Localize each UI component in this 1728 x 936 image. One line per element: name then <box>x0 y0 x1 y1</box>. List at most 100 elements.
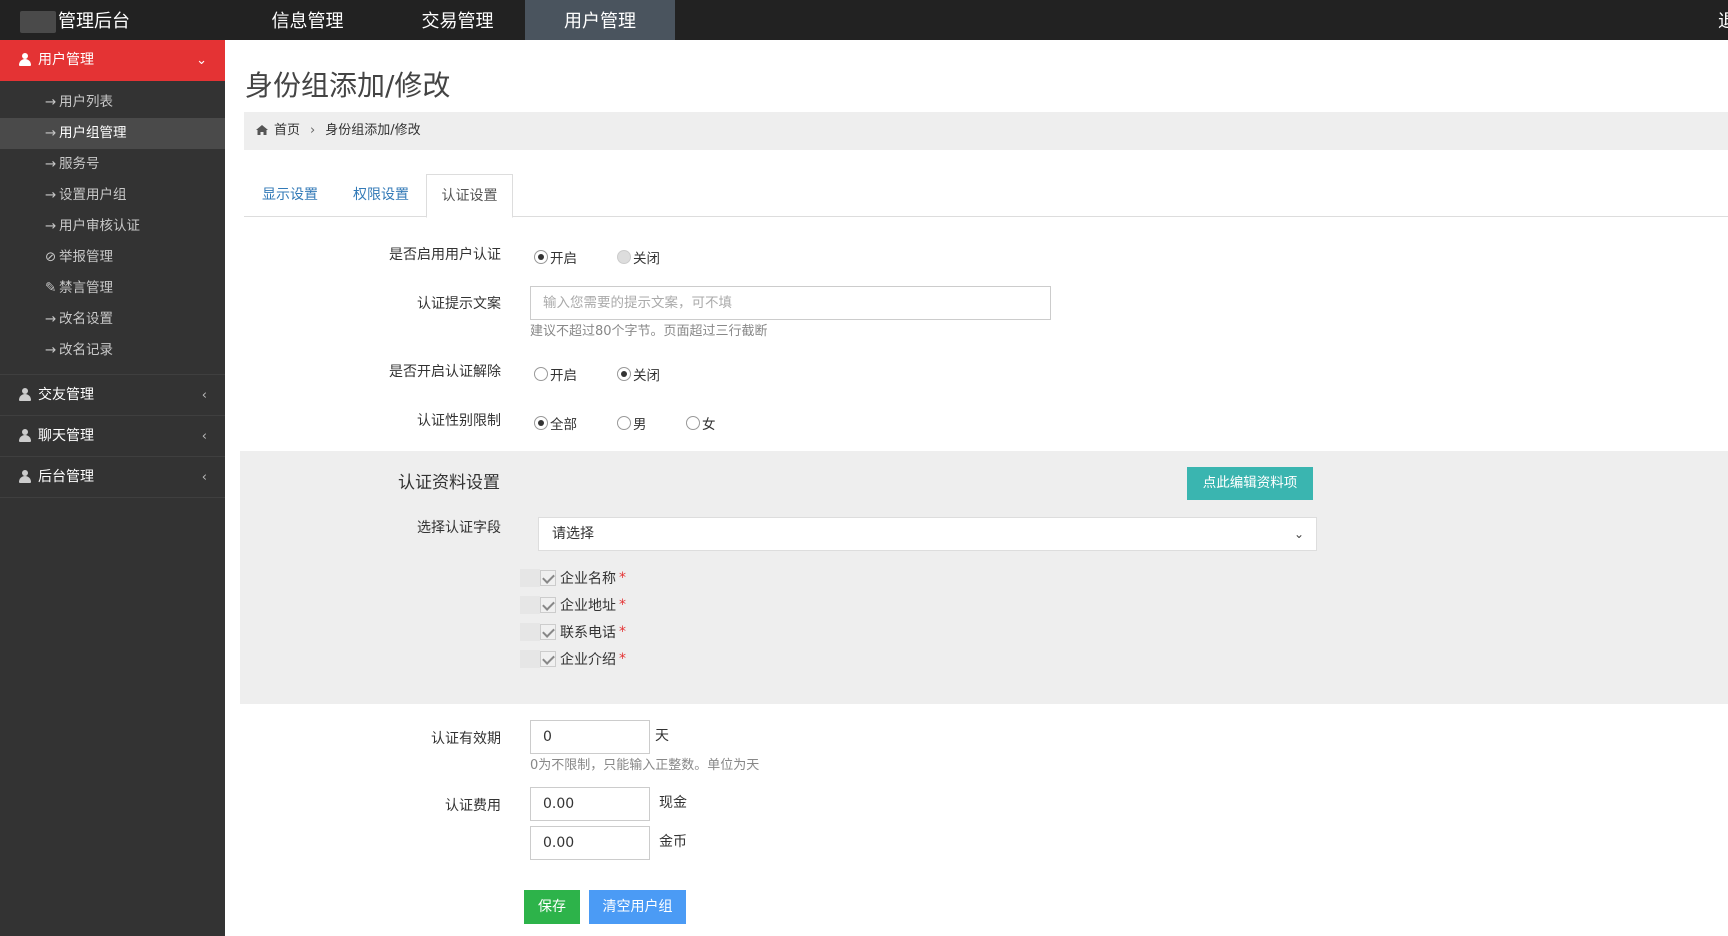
page-title: 身份组添加/修改 <box>245 69 451 102</box>
tab-bar: 显示设置 权限设置 认证设置 <box>244 174 1728 218</box>
logo-image <box>20 11 56 33</box>
checkbox[interactable] <box>540 651 556 667</box>
user-icon <box>18 429 32 443</box>
enable-auth-label: 是否启用用户认证 <box>389 247 501 263</box>
validity-help: 0为不限制，只能输入正整数。单位为天 <box>530 758 760 773</box>
topnav-trade[interactable]: 交易管理 <box>400 0 515 40</box>
radio-circle <box>617 367 631 381</box>
checkbox[interactable] <box>540 597 556 613</box>
gavel-icon: ✎ <box>45 280 57 296</box>
sidebar-group-friends[interactable]: 交友管理 ‹ <box>0 375 225 416</box>
app-logo[interactable]: 管理后台 <box>20 0 130 40</box>
sidebar-item-label: 用户审核认证 <box>59 218 140 234</box>
sidebar-item-rename-log[interactable]: → 改名记录 <box>0 335 225 366</box>
select-field-label: 选择认证字段 <box>417 520 501 536</box>
sidebar-item-label: 改名记录 <box>59 342 113 358</box>
checkbox[interactable] <box>540 624 556 640</box>
radio-circle <box>534 250 548 264</box>
field-checkbox-company-name[interactable]: 企业名称 * <box>520 568 626 588</box>
enable-auth-on-radio[interactable]: 开启 <box>534 247 577 267</box>
field-label: 企业地址 <box>560 598 616 614</box>
tab-display-settings[interactable]: 显示设置 <box>244 174 336 217</box>
sidebar-item-user-list[interactable]: → 用户列表 <box>0 87 225 118</box>
fee-coin-input[interactable]: 0.00 <box>530 826 650 860</box>
sidebar-item-mute[interactable]: ✎ 禁言管理 <box>0 273 225 304</box>
sidebar-item-user-verify[interactable]: → 用户审核认证 <box>0 211 225 242</box>
field-checkbox-company-intro[interactable]: 企业介绍 * <box>520 649 626 669</box>
logout-link[interactable]: 退 <box>1718 0 1728 40</box>
sidebar-item-label: 用户组管理 <box>59 125 127 141</box>
auth-release-off-radio[interactable]: 关闭 <box>617 364 660 384</box>
sidebar-item-report[interactable]: ⊘ 举报管理 <box>0 242 225 273</box>
sidebar-item-label: 服务号 <box>59 156 100 172</box>
sidebar-group-admin[interactable]: 后台管理 ‹ <box>0 457 225 498</box>
tab-permission-settings[interactable]: 权限设置 <box>336 174 426 217</box>
gender-all-radio[interactable]: 全部 <box>534 413 577 433</box>
edit-profile-fields-button[interactable]: 点此编辑资料项 <box>1187 467 1313 500</box>
gender-male-radio[interactable]: 男 <box>617 413 647 433</box>
save-button[interactable]: 保存 <box>524 890 580 924</box>
fee-label: 认证费用 <box>445 798 501 814</box>
sidebar-submenu: → 用户列表 → 用户组管理 → 服务号 → 设置用户组 → 用户审核认证 ⊘ 举报管理 ✎… <box>0 81 225 375</box>
field-label: 联系电话 <box>560 625 616 641</box>
checkbox[interactable] <box>540 570 556 586</box>
field-checkbox-company-address[interactable]: 企业地址 * <box>520 595 626 615</box>
required-mark: * <box>619 597 626 613</box>
auth-tip-input[interactable]: 输入您需要的提示文案，可不填 <box>530 286 1051 320</box>
auth-profile-title: 认证资料设置 <box>398 473 500 493</box>
auth-field-select[interactable]: 请选择 ⌄ <box>538 517 1317 551</box>
auth-tip-help: 建议不超过80个字节。页面超过三行截断 <box>530 324 768 339</box>
drag-handle <box>520 650 540 668</box>
topnav-user[interactable]: 用户管理 <box>525 0 675 40</box>
fee-coin-unit: 金币 <box>659 834 687 850</box>
sidebar-item-label: 设置用户组 <box>59 187 127 203</box>
arrow-icon: → <box>45 187 57 203</box>
sidebar-group-label: 用户管理 <box>38 52 94 68</box>
sidebar-item-rename-settings[interactable]: → 改名设置 <box>0 304 225 335</box>
chevron-left-icon: ‹ <box>201 429 207 444</box>
radio-circle <box>617 416 631 430</box>
enable-auth-off-radio[interactable]: 关闭 <box>617 247 660 267</box>
auth-release-label: 是否开启认证解除 <box>389 364 501 380</box>
validity-input[interactable]: 0 <box>530 720 650 754</box>
arrow-icon: → <box>45 156 57 172</box>
drag-handle <box>520 596 540 614</box>
required-mark: * <box>619 624 626 640</box>
fee-cash-unit: 现金 <box>659 795 687 811</box>
tab-auth-settings[interactable]: 认证设置 <box>426 174 513 218</box>
sidebar-item-set-usergroup[interactable]: → 设置用户组 <box>0 180 225 211</box>
breadcrumb-separator: › <box>310 123 316 138</box>
required-mark: * <box>619 651 626 667</box>
sidebar-item-label: 举报管理 <box>59 249 113 265</box>
breadcrumb-home[interactable]: 首页 <box>274 123 300 138</box>
chevron-left-icon: ‹ <box>201 470 207 485</box>
field-label: 企业名称 <box>560 571 616 587</box>
gender-female-radio[interactable]: 女 <box>686 413 716 433</box>
breadcrumb-current: 身份组添加/修改 <box>325 123 421 138</box>
required-mark: * <box>619 570 626 586</box>
sidebar-item-usergroup[interactable]: → 用户组管理 <box>0 118 225 149</box>
radio-circle <box>686 416 700 430</box>
radio-label: 开启 <box>550 368 577 384</box>
topnav-info[interactable]: 信息管理 <box>250 0 365 40</box>
validity-unit: 天 <box>655 728 669 744</box>
radio-label: 关闭 <box>633 368 660 384</box>
sidebar-item-service[interactable]: → 服务号 <box>0 149 225 180</box>
field-checkbox-phone[interactable]: 联系电话 * <box>520 622 626 642</box>
sidebar-item-label: 禁言管理 <box>59 280 113 296</box>
sidebar-item-label: 改名设置 <box>59 311 113 327</box>
sidebar-group-user[interactable]: 用户管理 ⌄ <box>0 40 225 81</box>
fee-cash-input[interactable]: 0.00 <box>530 787 650 821</box>
radio-label: 全部 <box>550 417 577 433</box>
sidebar-group-chat[interactable]: 聊天管理 ‹ <box>0 416 225 457</box>
radio-circle <box>534 416 548 430</box>
user-icon <box>18 388 32 402</box>
chevron-down-icon: ⌄ <box>196 53 207 68</box>
arrow-icon: → <box>45 311 57 327</box>
clear-usergroup-button[interactable]: 清空用户组 <box>589 890 686 924</box>
sidebar-group-label: 交友管理 <box>38 387 94 403</box>
auth-release-on-radio[interactable]: 开启 <box>534 364 577 384</box>
app-title: 管理后台 <box>58 11 130 32</box>
top-navbar: 管理后台 信息管理 交易管理 用户管理 退 <box>0 0 1728 40</box>
user-icon <box>18 470 32 484</box>
